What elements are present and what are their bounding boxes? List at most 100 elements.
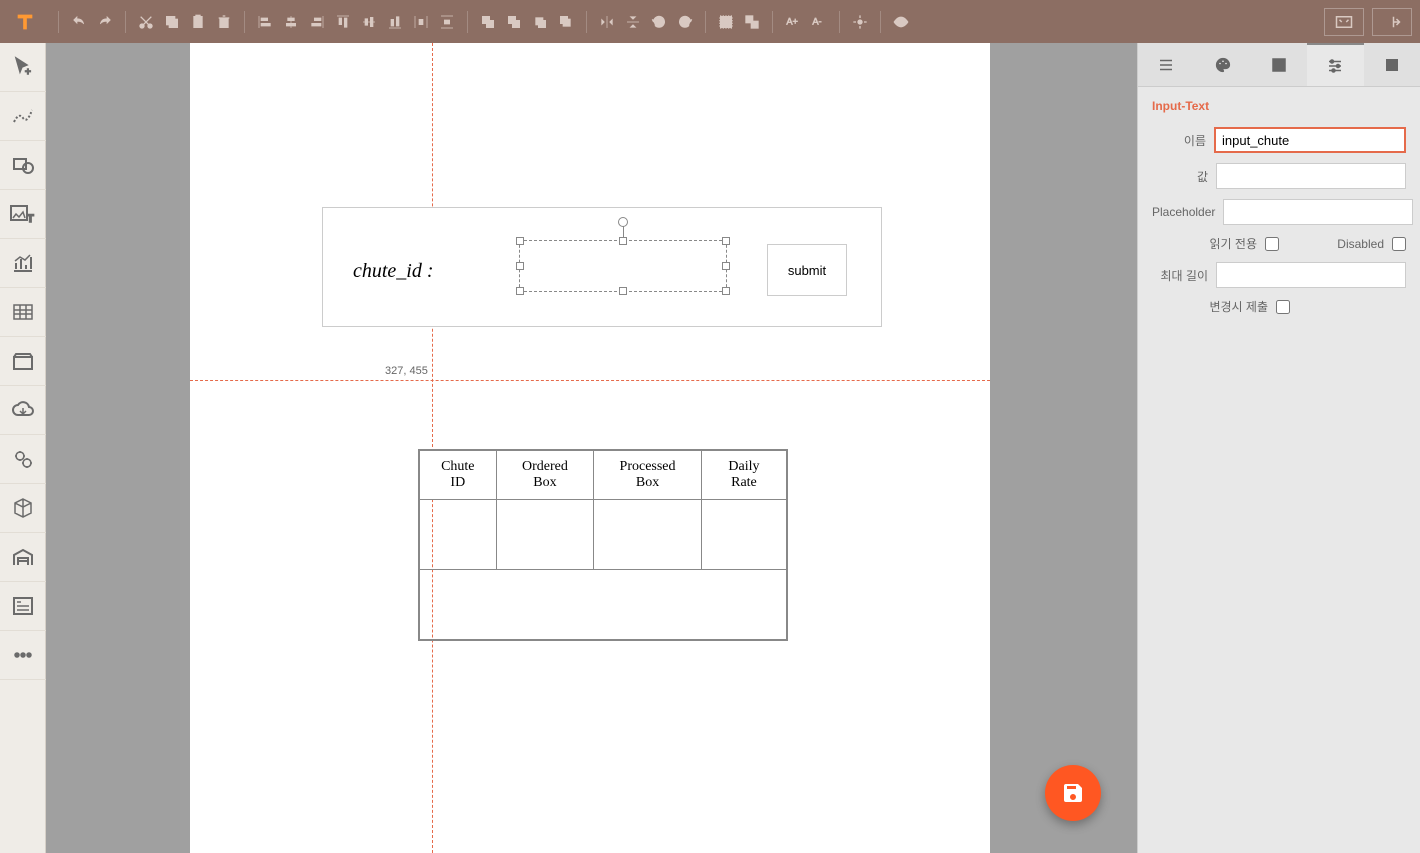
save-fab[interactable] — [1045, 765, 1101, 821]
table-header-row: Chute ID Ordered Box Processed Box Daily… — [419, 450, 787, 500]
separator — [467, 11, 468, 33]
separator — [125, 11, 126, 33]
app-logo — [10, 7, 40, 37]
align-right-icon[interactable] — [305, 10, 329, 34]
separator — [244, 11, 245, 33]
rotation-handle[interactable] — [618, 217, 628, 227]
table-tool-icon[interactable] — [0, 288, 46, 337]
svg-text:A+: A+ — [786, 16, 798, 26]
table-header: Daily Rate — [701, 450, 787, 500]
cut-icon[interactable] — [134, 10, 158, 34]
prop-label-disabled: Disabled — [1279, 237, 1392, 251]
redo-icon[interactable] — [93, 10, 117, 34]
send-back-icon[interactable] — [502, 10, 526, 34]
prop-label-submit-on-change: 변경시 제출 — [1152, 298, 1276, 315]
rotate-left-icon[interactable] — [647, 10, 671, 34]
canvas-workspace[interactable]: chute_id : submit 327, 455 Chute ID Orde… — [46, 43, 1137, 853]
vertical-guide — [432, 43, 433, 853]
svg-text:+: + — [25, 67, 31, 78]
prop-input-placeholder[interactable] — [1223, 199, 1413, 225]
panel-title: Input-Text — [1152, 99, 1406, 113]
form-tool-icon[interactable] — [0, 582, 46, 631]
canvas-page[interactable]: chute_id : submit 327, 455 Chute ID Orde… — [190, 43, 990, 853]
table-row — [419, 500, 787, 570]
prop-check-readonly[interactable] — [1265, 237, 1279, 251]
coordinate-readout: 327, 455 — [385, 365, 428, 377]
cube-tool-icon[interactable] — [0, 484, 46, 533]
cloud-tool-icon[interactable] — [0, 386, 46, 435]
distribute-v-icon[interactable] — [435, 10, 459, 34]
prop-input-name[interactable] — [1214, 127, 1406, 153]
prop-label-name: 이름 — [1152, 132, 1214, 149]
tab-target-icon[interactable] — [1364, 43, 1420, 86]
chart-tool-icon[interactable] — [0, 239, 46, 288]
copy-icon[interactable] — [160, 10, 184, 34]
select-tool-icon[interactable]: + — [0, 43, 46, 92]
delete-icon[interactable] — [212, 10, 236, 34]
image-text-tool-icon[interactable]: T — [0, 190, 46, 239]
prop-label-readonly: 읽기 전용 — [1152, 235, 1265, 252]
svg-text:A-: A- — [812, 16, 821, 26]
rotate-right-icon[interactable] — [673, 10, 697, 34]
top-toolbar: A+ A- — [0, 0, 1420, 43]
gears-tool-icon[interactable] — [0, 435, 46, 484]
tab-list-icon[interactable] — [1138, 43, 1194, 86]
paste-icon[interactable] — [186, 10, 210, 34]
align-left-icon[interactable] — [253, 10, 277, 34]
tab-settings-icon[interactable] — [1307, 43, 1363, 86]
resize-handle-s[interactable] — [619, 287, 627, 295]
align-bottom-icon[interactable] — [383, 10, 407, 34]
resize-handle-e[interactable] — [722, 262, 730, 270]
panel-tabs — [1138, 43, 1420, 87]
resize-handle-sw[interactable] — [516, 287, 524, 295]
left-sidebar: + T — [0, 43, 46, 853]
prop-label-placeholder: Placeholder — [1152, 205, 1223, 219]
fullscreen-icon[interactable] — [1324, 8, 1364, 36]
backward-icon[interactable] — [554, 10, 578, 34]
prop-check-disabled[interactable] — [1392, 237, 1406, 251]
undo-icon[interactable] — [67, 10, 91, 34]
resize-handle-se[interactable] — [722, 287, 730, 295]
submit-button[interactable]: submit — [767, 244, 847, 296]
resize-handle-nw[interactable] — [516, 237, 524, 245]
flip-h-icon[interactable] — [595, 10, 619, 34]
ungroup-icon[interactable] — [740, 10, 764, 34]
align-middle-v-icon[interactable] — [357, 10, 381, 34]
shape-tool-icon[interactable] — [0, 141, 46, 190]
more-tool-icon[interactable] — [0, 631, 46, 680]
tab-effect-icon[interactable] — [1251, 43, 1307, 86]
separator — [58, 11, 59, 33]
crosshair-icon[interactable] — [848, 10, 872, 34]
font-decrease-icon[interactable]: A- — [807, 10, 831, 34]
align-center-h-icon[interactable] — [279, 10, 303, 34]
warehouse-tool-icon[interactable] — [0, 533, 46, 582]
prop-input-value[interactable] — [1216, 163, 1406, 189]
separator — [880, 11, 881, 33]
distribute-h-icon[interactable] — [409, 10, 433, 34]
container-tool-icon[interactable] — [0, 337, 46, 386]
properties-panel: Input-Text 이름 값 Placeholder 읽기 전용 Disabl… — [1137, 43, 1420, 853]
line-tool-icon[interactable] — [0, 92, 46, 141]
font-increase-icon[interactable]: A+ — [781, 10, 805, 34]
bring-front-icon[interactable] — [476, 10, 500, 34]
align-top-icon[interactable] — [331, 10, 355, 34]
svg-text:T: T — [27, 213, 34, 225]
panel-content: Input-Text 이름 값 Placeholder 읽기 전용 Disabl… — [1138, 87, 1420, 337]
prop-label-maxlength: 최대 길이 — [1152, 267, 1216, 284]
visibility-icon[interactable] — [889, 10, 913, 34]
flip-v-icon[interactable] — [621, 10, 645, 34]
selected-element[interactable] — [519, 240, 727, 292]
resize-handle-n[interactable] — [619, 237, 627, 245]
group-icon[interactable] — [714, 10, 738, 34]
separator — [705, 11, 706, 33]
data-table[interactable]: Chute ID Ordered Box Processed Box Daily… — [418, 449, 788, 641]
prop-input-maxlength[interactable] — [1216, 262, 1406, 288]
prop-check-submit-on-change[interactable] — [1276, 300, 1290, 314]
tab-style-icon[interactable] — [1194, 43, 1250, 86]
resize-handle-ne[interactable] — [722, 237, 730, 245]
exit-icon[interactable] — [1372, 8, 1412, 36]
separator — [586, 11, 587, 33]
resize-handle-w[interactable] — [516, 262, 524, 270]
forward-icon[interactable] — [528, 10, 552, 34]
table-header: Processed Box — [594, 450, 702, 500]
